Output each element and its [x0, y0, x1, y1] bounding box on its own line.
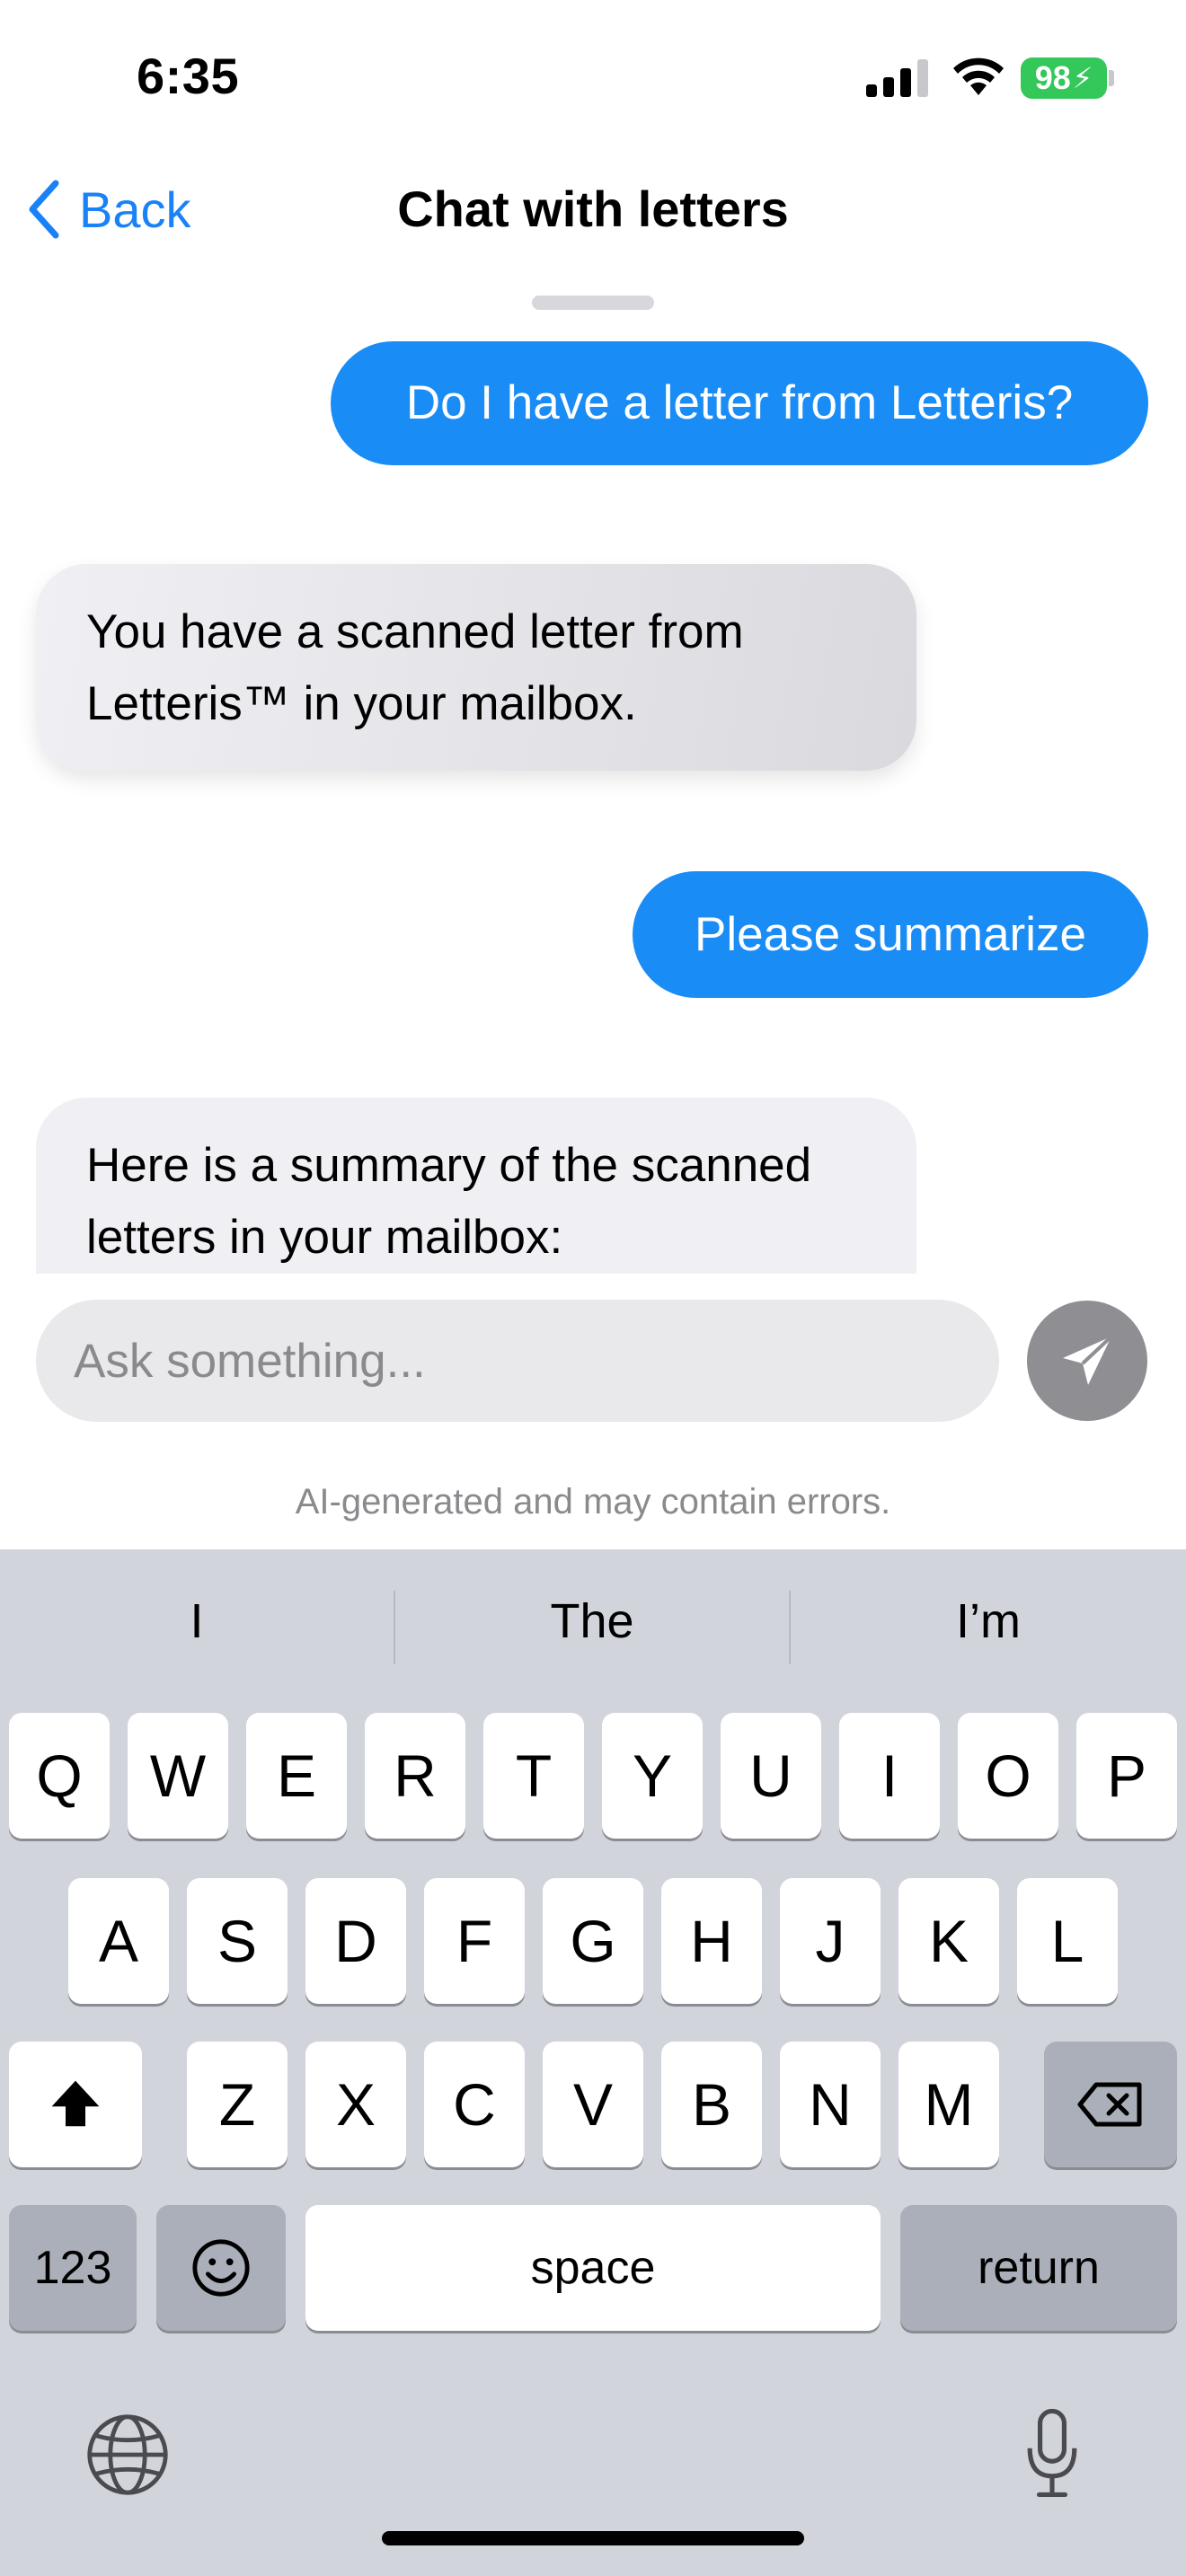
- battery-indicator: 98 ⚡: [1021, 57, 1107, 99]
- suggestion-1[interactable]: I: [0, 1549, 394, 1693]
- user-message: Do I have a letter from Letteris?: [331, 341, 1148, 465]
- key-z[interactable]: Z: [187, 2042, 288, 2167]
- battery-cap: [1109, 70, 1114, 86]
- key-b[interactable]: B: [661, 2042, 762, 2167]
- suggestion-3[interactable]: I’m: [791, 1549, 1186, 1693]
- key-v[interactable]: V: [543, 2042, 643, 2167]
- message-text: You have a scanned letter from Letteris™…: [86, 605, 744, 730]
- key-s[interactable]: S: [187, 1878, 288, 2004]
- key-x[interactable]: X: [305, 2042, 406, 2167]
- wifi-icon: [953, 57, 1004, 95]
- return-key[interactable]: return: [900, 2205, 1177, 2331]
- user-message: Please summarize: [633, 871, 1148, 998]
- key-k[interactable]: K: [898, 1878, 999, 2004]
- key-i[interactable]: I: [839, 1713, 940, 1839]
- emoji-icon: [192, 2239, 250, 2297]
- key-r[interactable]: R: [365, 1713, 465, 1839]
- chat-messages[interactable]: Do I have a letter from Letteris? You ha…: [0, 323, 1186, 1274]
- ai-disclaimer: AI-generated and may contain errors.: [295, 1482, 891, 1522]
- key-o[interactable]: O: [958, 1713, 1058, 1839]
- message-text: Here is a summary of the scanned letters…: [86, 1139, 812, 1264]
- key-n[interactable]: N: [780, 2042, 881, 2167]
- suggestion-2[interactable]: The: [395, 1549, 789, 1693]
- ask-input[interactable]: [36, 1300, 999, 1422]
- key-l[interactable]: L: [1017, 1878, 1118, 2004]
- space-key[interactable]: space: [305, 2205, 881, 2331]
- numbers-key[interactable]: 123: [9, 2205, 137, 2331]
- keyboard: I The I’m Q W E R T Y U I O P A S D F G …: [0, 1549, 1186, 2576]
- key-c[interactable]: C: [424, 2042, 525, 2167]
- key-y[interactable]: Y: [602, 1713, 703, 1839]
- assistant-message: Here is a summary of the scanned letters…: [36, 1098, 916, 1274]
- key-t[interactable]: T: [483, 1713, 584, 1839]
- paper-plane-icon: [1063, 1335, 1113, 1385]
- key-g[interactable]: G: [543, 1878, 643, 2004]
- page-title: Chat with letters: [397, 181, 789, 237]
- key-f[interactable]: F: [424, 1878, 525, 2004]
- message-text: Do I have a letter from Letteris?: [405, 376, 1074, 429]
- shift-icon: [51, 2080, 100, 2127]
- message-text: Please summarize: [695, 907, 1086, 961]
- key-m[interactable]: M: [898, 2042, 999, 2167]
- delete-backward-icon: [1077, 2082, 1142, 2127]
- shift-key[interactable]: [9, 2042, 142, 2167]
- delete-key[interactable]: [1044, 2042, 1177, 2167]
- key-e[interactable]: E: [246, 1713, 347, 1839]
- status-time: 6:35: [137, 48, 240, 104]
- emoji-key[interactable]: [156, 2205, 286, 2331]
- key-j[interactable]: J: [780, 1878, 881, 2004]
- battery-level: 98: [1034, 59, 1071, 96]
- key-d[interactable]: D: [305, 1878, 406, 2004]
- key-a[interactable]: A: [68, 1878, 169, 2004]
- charging-icon: ⚡: [1072, 62, 1093, 94]
- key-h[interactable]: H: [661, 1878, 762, 2004]
- home-indicator: [382, 2531, 804, 2545]
- assistant-message: You have a scanned letter from Letteris™…: [36, 564, 916, 771]
- key-q[interactable]: Q: [9, 1713, 110, 1839]
- key-w[interactable]: W: [128, 1713, 228, 1839]
- key-u[interactable]: U: [721, 1713, 821, 1839]
- send-button[interactable]: [1027, 1301, 1147, 1421]
- cellular-signal-icon: [866, 59, 928, 97]
- microphone-icon[interactable]: [1024, 2407, 1080, 2501]
- key-p[interactable]: P: [1076, 1713, 1177, 1839]
- sheet-grabber[interactable]: [532, 296, 654, 310]
- globe-icon[interactable]: [84, 2412, 171, 2498]
